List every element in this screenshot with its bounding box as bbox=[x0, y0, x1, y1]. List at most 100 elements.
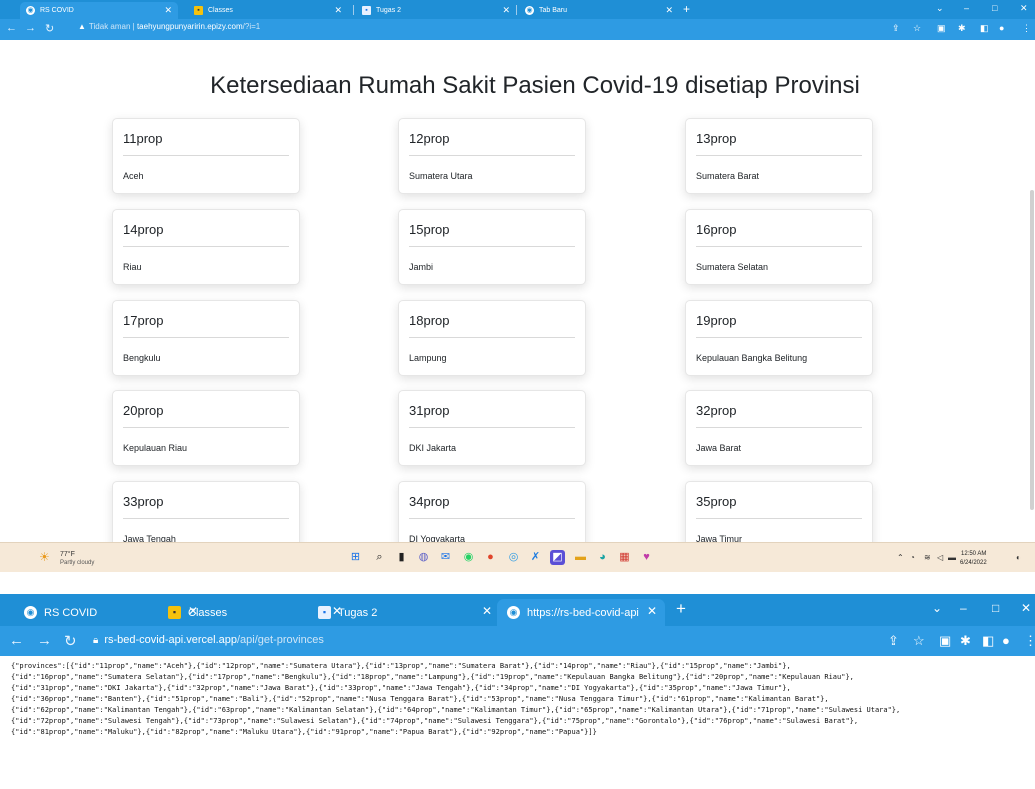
province-id: 31prop bbox=[409, 403, 450, 418]
forward-icon[interactable]: → bbox=[25, 22, 36, 34]
province-id: 35prop bbox=[696, 494, 737, 509]
wifi-icon[interactable]: ≋ bbox=[924, 553, 931, 562]
edge-icon[interactable]: ◕ bbox=[595, 550, 610, 565]
tab-tab-baru[interactable]: ◉ Tab Baru ✕ bbox=[519, 2, 679, 19]
scrollbar-thumb[interactable] bbox=[1030, 190, 1034, 510]
menu-icon[interactable]: ⋮ bbox=[1024, 633, 1035, 649]
vscode-icon[interactable]: ✗ bbox=[528, 550, 543, 565]
tab-search-icon[interactable]: ⌄ bbox=[936, 3, 944, 14]
share-icon[interactable]: ⇪ bbox=[892, 23, 900, 34]
battery-icon[interactable]: ▬ bbox=[948, 553, 956, 562]
card-divider bbox=[123, 518, 289, 519]
windows-start-icon[interactable]: ⊞ bbox=[348, 550, 363, 565]
weather-cloud-sun-icon[interactable]: ☀ bbox=[39, 550, 50, 564]
network-icon[interactable]: ◔ bbox=[910, 553, 915, 562]
card-divider bbox=[123, 427, 289, 428]
province-card: 35prop Jawa Timur bbox=[685, 481, 873, 542]
province-name: Sumatera Selatan bbox=[696, 262, 769, 272]
province-card: 19prop Kepulauan Bangka Belitung bbox=[685, 300, 873, 376]
url-host: rs-bed-covid-api.vercel.app bbox=[104, 634, 237, 646]
sidebar-icon[interactable]: ◧ bbox=[980, 23, 989, 34]
card-divider bbox=[409, 518, 575, 519]
tab-search-icon[interactable]: ⌄ bbox=[932, 601, 942, 615]
province-id: 32prop bbox=[696, 403, 737, 418]
card-divider bbox=[409, 155, 575, 156]
menu-icon[interactable]: ⋮ bbox=[1022, 23, 1031, 34]
sidebar-icon[interactable]: ◧ bbox=[982, 633, 994, 649]
store-icon[interactable]: ▦ bbox=[617, 550, 632, 565]
close-tab-icon[interactable]: ✕ bbox=[334, 5, 342, 16]
province-card: 20prop Kepulauan Riau bbox=[112, 390, 300, 466]
whatsapp-icon[interactable]: ◉ bbox=[461, 550, 476, 565]
json-line: {"id":"81prop","name":"Maluku"},{"id":"8… bbox=[11, 728, 597, 736]
clock-time[interactable]: 12:50 AM bbox=[961, 551, 986, 557]
maximize-button[interactable]: □ bbox=[992, 601, 999, 615]
extension-icon[interactable]: ▣ bbox=[939, 633, 951, 649]
lock-icon: 🔒︎ bbox=[93, 634, 99, 646]
weather-description[interactable]: Partly cloudy bbox=[60, 560, 94, 566]
chat-icon[interactable]: ◍ bbox=[416, 550, 431, 565]
tray-chevron-icon[interactable]: ⌃ bbox=[897, 553, 904, 562]
extension-icon[interactable]: ▣ bbox=[937, 23, 946, 34]
province-name: DKI Jakarta bbox=[409, 443, 457, 453]
globe-icon: ◉ bbox=[26, 6, 35, 15]
share-icon[interactable]: ⇪ bbox=[888, 633, 899, 649]
firefox-icon[interactable]: ● bbox=[483, 550, 498, 565]
province-card: 14prop Riau bbox=[112, 209, 300, 285]
province-card: 32prop Jawa Barat bbox=[685, 390, 873, 466]
reload-icon[interactable]: ↻ bbox=[64, 632, 77, 650]
close-tab-icon[interactable]: ✕ bbox=[502, 5, 510, 16]
address-bar[interactable]: ▲ Tidak aman | taehyungpunyaririn.epizy.… bbox=[78, 22, 260, 31]
bookmark-star-icon[interactable]: ☆ bbox=[913, 23, 921, 34]
minimize-button[interactable]: – bbox=[960, 601, 967, 615]
chrome-icon[interactable]: ◎ bbox=[506, 550, 521, 565]
app-icon[interactable]: ♥ bbox=[639, 550, 654, 565]
task-view-icon[interactable]: ▮ bbox=[394, 550, 409, 565]
clock-date[interactable]: 6/24/2022 bbox=[960, 560, 987, 566]
weather-temperature[interactable]: 77°F bbox=[60, 551, 75, 558]
puzzle-icon[interactable]: ✱ bbox=[960, 633, 971, 649]
province-id: 14prop bbox=[123, 222, 164, 237]
card-divider bbox=[409, 246, 575, 247]
close-tab-icon[interactable]: ✕ bbox=[665, 5, 673, 16]
profile-avatar-icon[interactable]: ● bbox=[999, 23, 1004, 33]
tab-api[interactable]: ◉ https://rs-bed-covid-api.vercel.a ✕ bbox=[497, 599, 665, 626]
close-tab-icon[interactable]: ✕ bbox=[647, 604, 657, 618]
new-tab-button[interactable]: + bbox=[676, 599, 686, 619]
puzzle-icon[interactable]: ✱ bbox=[958, 23, 966, 34]
file-explorer-icon[interactable]: ▬ bbox=[573, 550, 588, 565]
province-card: 34prop DI Yogyakarta bbox=[398, 481, 586, 542]
close-window-button[interactable]: ✕ bbox=[1021, 601, 1031, 615]
tab-label: Tugas 2 bbox=[376, 7, 402, 14]
forward-icon[interactable]: → bbox=[37, 632, 52, 649]
tab-classes[interactable]: ▪ Classes ✕ bbox=[188, 2, 348, 19]
notification-icon[interactable]: ◐ bbox=[1016, 553, 1021, 562]
reload-icon[interactable]: ↻ bbox=[45, 22, 54, 35]
volume-icon[interactable]: ◁ bbox=[937, 553, 943, 562]
mail-icon[interactable]: ✉ bbox=[438, 550, 453, 565]
province-name: Aceh bbox=[123, 171, 144, 181]
tab-tugas-2[interactable]: ▪ Tugas 2 ✕ bbox=[308, 599, 500, 626]
back-icon[interactable]: ← bbox=[6, 22, 17, 34]
card-divider bbox=[696, 246, 862, 247]
tab-label: Classes bbox=[188, 606, 228, 619]
bookmark-star-icon[interactable]: ☆ bbox=[913, 633, 925, 649]
browser-toolbar: ← → ↻ ▲ Tidak aman | taehyungpunyaririn.… bbox=[0, 19, 1035, 40]
json-line: {"id":"16prop","name":"Sumatera Selatan"… bbox=[11, 673, 854, 681]
card-divider bbox=[696, 155, 862, 156]
minimize-button[interactable]: – bbox=[964, 3, 969, 13]
new-tab-button[interactable]: + bbox=[683, 2, 690, 16]
province-name: Jambi bbox=[409, 262, 434, 272]
tab-tugas-2[interactable]: ▪ Tugas 2 ✕ bbox=[356, 2, 516, 19]
close-tab-icon[interactable]: ✕ bbox=[164, 5, 172, 16]
close-tab-icon[interactable]: ✕ bbox=[482, 604, 492, 618]
tab-rs-covid[interactable]: ◉ RS COVID ✕ bbox=[20, 2, 178, 19]
editor-icon[interactable]: ◩ bbox=[550, 550, 565, 565]
maximize-button[interactable]: □ bbox=[992, 3, 997, 13]
search-icon[interactable]: ⌕ bbox=[372, 550, 387, 565]
close-window-button[interactable]: ✕ bbox=[1020, 3, 1028, 14]
back-icon[interactable]: ← bbox=[9, 632, 24, 649]
classroom-icon: ▪ bbox=[194, 6, 203, 15]
profile-avatar-icon[interactable]: ● bbox=[1002, 633, 1010, 648]
address-bar[interactable]: 🔒︎ rs-bed-covid-api.vercel.app /api/get-… bbox=[93, 634, 324, 646]
